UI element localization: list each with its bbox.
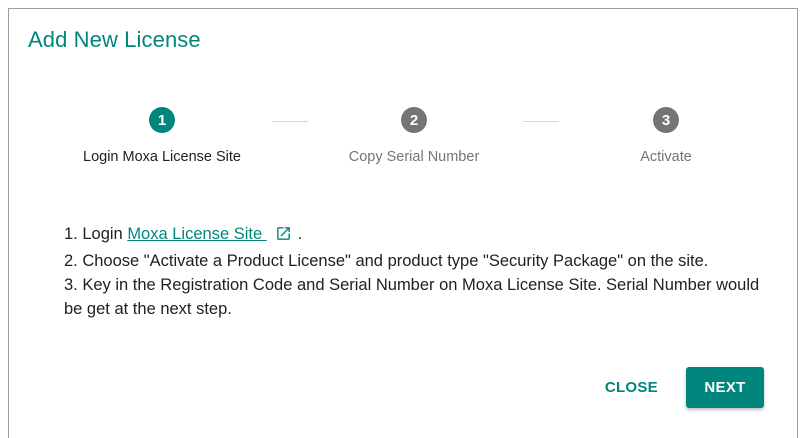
step-1-label: Login Moxa License Site [83, 149, 241, 165]
step-1-number: 1 [149, 107, 175, 133]
step-1: 1 Login Moxa License Site [62, 107, 262, 165]
next-button[interactable]: NEXT [686, 366, 764, 408]
instructions: 1. Login Moxa License Site . 2. Choose "… [64, 222, 764, 321]
step-3: 3 Activate [566, 107, 766, 165]
dialog-actions: CLOSE NEXT [593, 366, 764, 408]
add-license-dialog: Add New License 1 Login Moxa License Sit… [8, 8, 798, 438]
instruction-line-3: 3. Key in the Registration Code and Seri… [64, 276, 760, 318]
instruction-1-suffix: . [297, 225, 303, 243]
step-2: 2 Copy Serial Number [314, 107, 514, 165]
link-text[interactable]: Moxa License Site [127, 225, 266, 243]
moxa-license-site-link[interactable]: Moxa License Site [127, 225, 297, 243]
step-connector [523, 121, 559, 122]
external-link-icon[interactable] [275, 225, 292, 249]
step-2-number: 2 [401, 107, 427, 133]
step-2-label: Copy Serial Number [348, 149, 480, 165]
close-button[interactable]: CLOSE [593, 369, 670, 406]
instruction-line-1: 1. Login Moxa License Site . [64, 222, 764, 249]
instruction-line-2: 2. Choose "Activate a Product License" a… [64, 252, 709, 270]
step-3-number: 3 [653, 107, 679, 133]
dialog-title: Add New License [28, 27, 201, 52]
instruction-1-prefix: 1. Login [64, 225, 128, 243]
stepper: 1 Login Moxa License Site 2 Copy Serial … [9, 107, 799, 187]
step-3-label: Activate [640, 149, 692, 165]
step-connector [272, 121, 308, 122]
